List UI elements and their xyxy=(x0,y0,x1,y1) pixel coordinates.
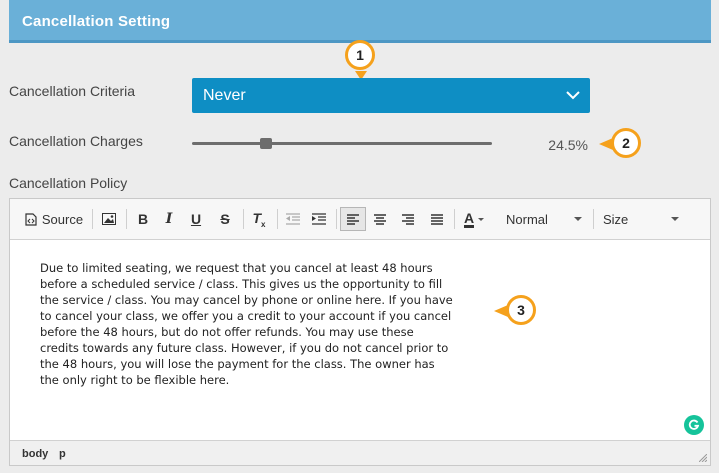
align-center-button[interactable] xyxy=(369,207,391,231)
align-center-icon xyxy=(374,213,386,225)
caret-down-icon xyxy=(671,217,679,221)
section-header: Cancellation Setting xyxy=(9,0,711,43)
toolbar-separator xyxy=(454,209,455,229)
justify-icon xyxy=(431,213,443,225)
underline-button[interactable]: U xyxy=(185,207,207,231)
grammarly-icon[interactable] xyxy=(684,415,704,435)
chevron-down-icon xyxy=(566,91,580,100)
policy-label: Cancellation Policy xyxy=(9,175,128,191)
outdent-button[interactable] xyxy=(282,207,304,231)
toolbar-separator xyxy=(126,209,127,229)
remove-format-button[interactable]: Tx xyxy=(248,207,270,231)
format-value: Normal xyxy=(506,211,548,227)
editor-toolbar: Source B I U S Tx A Normal Size xyxy=(10,199,710,240)
underline-icon: U xyxy=(190,211,202,227)
resize-handle-icon[interactable] xyxy=(699,454,707,462)
italic-icon: I xyxy=(165,211,173,227)
path-body[interactable]: body xyxy=(22,448,48,460)
callout-1: 1 xyxy=(345,40,375,70)
toolbar-separator xyxy=(336,209,337,229)
section-title: Cancellation Setting xyxy=(22,13,171,30)
policy-editor: Source B I U S Tx A Normal Size Due to l… xyxy=(9,198,711,466)
path-p[interactable]: p xyxy=(59,448,66,460)
charges-slider[interactable] xyxy=(192,136,492,152)
editor-content[interactable]: Due to limited seating, we request that … xyxy=(40,260,460,388)
slider-thumb[interactable] xyxy=(259,138,272,149)
source-button[interactable]: Source xyxy=(21,207,87,231)
align-left-button[interactable] xyxy=(340,207,366,231)
outdent-icon xyxy=(286,213,300,225)
italic-button[interactable]: I xyxy=(158,207,180,231)
bold-button[interactable]: B xyxy=(132,207,154,231)
text-color-button[interactable]: A xyxy=(459,207,489,231)
format-combo[interactable]: Normal xyxy=(506,207,586,231)
source-label: Source xyxy=(41,211,84,227)
caret-down-icon xyxy=(478,217,485,221)
image-icon xyxy=(102,213,116,225)
toolbar-separator xyxy=(593,209,594,229)
editor-statusbar: body p xyxy=(10,440,710,465)
criteria-label: Cancellation Criteria xyxy=(9,83,136,99)
align-left-icon xyxy=(347,213,359,225)
charges-label: Cancellation Charges xyxy=(9,133,143,149)
justify-button[interactable] xyxy=(426,207,448,231)
align-right-icon xyxy=(402,213,414,225)
criteria-select[interactable]: Never xyxy=(192,78,590,113)
toolbar-separator xyxy=(92,209,93,229)
criteria-selected-value: Never xyxy=(203,87,246,104)
indent-icon xyxy=(312,213,326,225)
strikethrough-icon: S xyxy=(220,211,230,227)
callout-3: 3 xyxy=(506,295,536,325)
charges-value: 24.5% xyxy=(548,137,588,153)
image-button[interactable] xyxy=(98,207,120,231)
toolbar-separator xyxy=(243,209,244,229)
indent-button[interactable] xyxy=(308,207,330,231)
size-combo[interactable]: Size xyxy=(603,207,683,231)
source-icon xyxy=(25,212,37,226)
callout-2: 2 xyxy=(611,128,641,158)
align-right-button[interactable] xyxy=(397,207,419,231)
strikethrough-button[interactable]: S xyxy=(214,207,236,231)
text-color-icon: A xyxy=(463,209,475,228)
remove-format-icon: Tx xyxy=(252,209,266,229)
caret-down-icon xyxy=(574,217,582,221)
slider-track xyxy=(192,142,492,145)
size-value: Size xyxy=(603,211,629,227)
toolbar-separator xyxy=(277,209,278,229)
bold-icon: B xyxy=(137,211,149,227)
